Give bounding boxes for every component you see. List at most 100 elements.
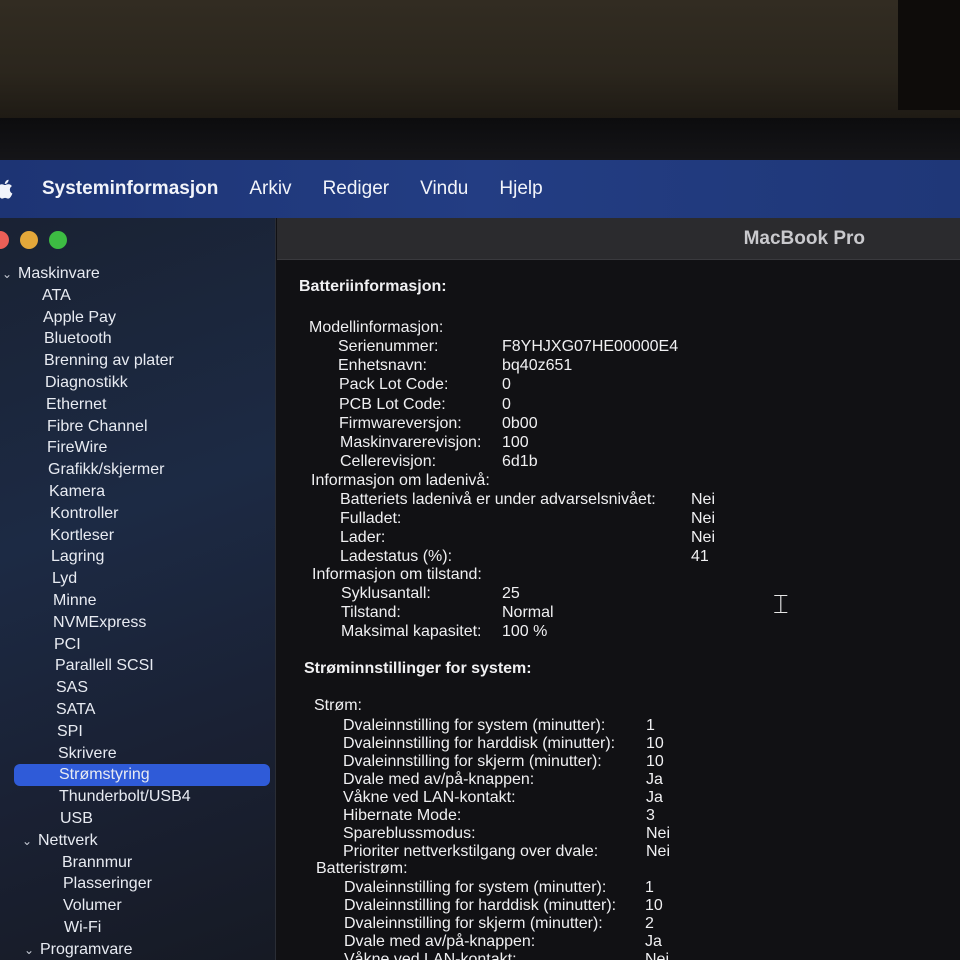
sidebar-item-label: Brenning av plater bbox=[44, 352, 174, 370]
battery-power-row: Dvaleinnstilling for harddisk (minutter)… bbox=[344, 896, 663, 916]
sidebar-item[interactable]: Kontroller bbox=[0, 503, 276, 525]
sidebar-item[interactable]: Grafikk/skjermer bbox=[0, 459, 276, 481]
charge-heading-label: Informasjon om ladenivå: bbox=[311, 472, 490, 489]
sidebar-item[interactable]: PCI bbox=[0, 634, 276, 656]
sidebar-item-label: Diagnostikk bbox=[45, 373, 128, 391]
sidebar-item[interactable]: Kamera bbox=[0, 481, 276, 503]
menu-app-name[interactable]: Systeminformasjon bbox=[42, 178, 218, 200]
model-row-value: bq40z651 bbox=[502, 357, 573, 375]
health-row-label: Maksimal kapasitet: bbox=[341, 623, 482, 640]
model-row: Enhetsnavn: bq40z651 bbox=[338, 356, 572, 376]
sidebar-item-label: Lyd bbox=[52, 570, 78, 588]
sidebar-item[interactable]: Bluetooth bbox=[0, 328, 276, 350]
sidebar: ⌄ Maskinvare ATA Apple Pay Bluetooth Brenning… bbox=[0, 218, 276, 960]
sidebar-item[interactable]: Wi-Fi bbox=[0, 917, 276, 939]
health-row-value: 25 bbox=[502, 585, 520, 602]
chevron-down-icon[interactable]: ⌄ bbox=[20, 831, 34, 853]
chevron-down-icon[interactable]: ⌄ bbox=[0, 264, 14, 286]
menu-bar: Systeminformasjon Arkiv Rediger Vindu Hj… bbox=[0, 160, 960, 218]
sidebar-item[interactable]: Brenning av plater bbox=[0, 350, 276, 372]
menu-vindu[interactable]: Vindu bbox=[420, 178, 468, 200]
battery-power-row-value: Ja bbox=[645, 933, 662, 950]
sidebar-item[interactable]: Parallell SCSI bbox=[0, 655, 276, 677]
sidebar-item[interactable]: Lyd bbox=[0, 568, 276, 590]
sidebar-item[interactable]: ATA bbox=[0, 285, 276, 307]
sidebar-item[interactable]: Strømstyring bbox=[14, 764, 270, 787]
sidebar-item[interactable]: Ethernet bbox=[0, 394, 276, 416]
health-row: Syklusantall: 25 bbox=[341, 584, 520, 604]
zoom-button[interactable] bbox=[49, 231, 67, 249]
sidebar-item-label: Plasseringer bbox=[63, 875, 152, 893]
sidebar-item-label: Minne bbox=[53, 591, 97, 609]
battery-heading: Batteriinformasjon: bbox=[299, 277, 447, 297]
sidebar-item[interactable]: Fibre Channel bbox=[0, 416, 276, 438]
sidebar-item-label: Skrivere bbox=[58, 744, 117, 762]
sidebar-section-1[interactable]: ⌄ Nettverk bbox=[0, 830, 276, 852]
battery-power-row-value: 1 bbox=[645, 879, 654, 896]
health-row: Maksimal kapasitet: 100 % bbox=[341, 622, 547, 642]
health-row-value: 100 % bbox=[502, 623, 548, 640]
battery-power-row-value: 2 bbox=[645, 915, 654, 932]
ac-row: Spareblussmodus: Nei bbox=[343, 824, 670, 844]
sidebar-item[interactable]: USB bbox=[0, 808, 276, 830]
sidebar-item-label: Apple Pay bbox=[43, 308, 116, 326]
sidebar-item-label: Parallell SCSI bbox=[55, 657, 154, 675]
ac-row-label: Dvaleinnstilling for system (minutter): bbox=[343, 717, 606, 734]
sidebar-item[interactable]: Kortleser bbox=[0, 525, 276, 547]
sidebar-section-2[interactable]: ⌄ Programvare bbox=[0, 939, 276, 960]
ac-row: Dvaleinnstilling for harddisk (minutter)… bbox=[343, 734, 664, 754]
ac-row-value: 10 bbox=[646, 753, 664, 770]
sidebar-item[interactable]: Lagring bbox=[0, 546, 276, 568]
sidebar-item-label: Grafikk/skjermer bbox=[48, 461, 165, 479]
sidebar-item[interactable]: Diagnostikk bbox=[0, 372, 276, 394]
sidebar-item-label: Lagring bbox=[51, 548, 105, 566]
minimize-button[interactable] bbox=[20, 231, 38, 249]
health-heading: Informasjon om tilstand: bbox=[312, 565, 482, 585]
background-object bbox=[898, 0, 960, 110]
health-row-label: Tilstand: bbox=[341, 604, 401, 621]
sidebar-item[interactable]: Plasseringer bbox=[0, 873, 276, 895]
sidebar-item[interactable]: SAS bbox=[0, 677, 276, 699]
sidebar-item[interactable]: Brannmur bbox=[0, 852, 276, 874]
battery-power-row-value: Nei bbox=[645, 951, 670, 960]
sidebar-item[interactable]: SPI bbox=[0, 721, 276, 743]
sidebar-item[interactable]: Thunderbolt/USB4 bbox=[0, 786, 276, 808]
ac-row-label: Hibernate Mode: bbox=[343, 807, 462, 824]
sidebar-item-label: Kontroller bbox=[50, 504, 119, 522]
battery-heading-label: Batteriinformasjon: bbox=[299, 278, 447, 295]
charge-row-value: 41 bbox=[691, 548, 709, 565]
window-title: MacBook Pro bbox=[743, 227, 865, 249]
sidebar-item[interactable]: SATA bbox=[0, 699, 276, 721]
sidebar-item[interactable]: Apple Pay bbox=[0, 307, 276, 329]
sidebar-item[interactable]: Skrivere bbox=[0, 743, 276, 765]
model-row: Firmwareversjon: 0b00 bbox=[339, 414, 538, 434]
laptop-bezel bbox=[0, 118, 960, 160]
sidebar-item-label: Thunderbolt/USB4 bbox=[59, 788, 191, 806]
sidebar-item[interactable]: Minne bbox=[0, 590, 276, 612]
text-cursor-icon: ⌶ bbox=[773, 590, 789, 620]
close-button[interactable] bbox=[0, 231, 9, 249]
model-row-value: 100 bbox=[502, 434, 529, 451]
model-row: Cellerevisjon: 6d1b bbox=[340, 452, 538, 472]
charge-row-value: Nei bbox=[691, 491, 716, 508]
chevron-down-icon[interactable]: ⌄ bbox=[22, 940, 36, 960]
menu-hjelp[interactable]: Hjelp bbox=[499, 178, 542, 200]
sidebar-item[interactable]: NVMExpress bbox=[0, 612, 276, 634]
sidebar-item-label: NVMExpress bbox=[53, 613, 147, 631]
ac-row-value: Nei bbox=[646, 825, 671, 842]
ac-row-label: Våkne ved LAN-kontakt: bbox=[343, 789, 516, 806]
battery-power-row-label: Dvaleinnstilling for skjerm (minutter): bbox=[344, 915, 603, 932]
sidebar-section-label: Programvare bbox=[40, 940, 133, 958]
menu-arkiv[interactable]: Arkiv bbox=[249, 178, 291, 200]
apple-logo-icon[interactable] bbox=[0, 160, 16, 218]
sidebar-item-label: ATA bbox=[42, 286, 71, 304]
menu-rediger[interactable]: Rediger bbox=[323, 178, 390, 200]
sidebar-item-label: SPI bbox=[57, 722, 83, 740]
sidebar-section-0[interactable]: ⌄ Maskinvare bbox=[0, 263, 276, 285]
model-row: Pack Lot Code: 0 bbox=[339, 375, 511, 395]
sidebar-item[interactable]: FireWire bbox=[0, 437, 276, 459]
sidebar-item[interactable]: Volumer bbox=[0, 895, 276, 917]
model-row-label: PCB Lot Code: bbox=[339, 395, 446, 413]
ac-heading: Strøm: bbox=[314, 696, 362, 716]
window-titlebar: MacBook Pro bbox=[277, 218, 960, 260]
